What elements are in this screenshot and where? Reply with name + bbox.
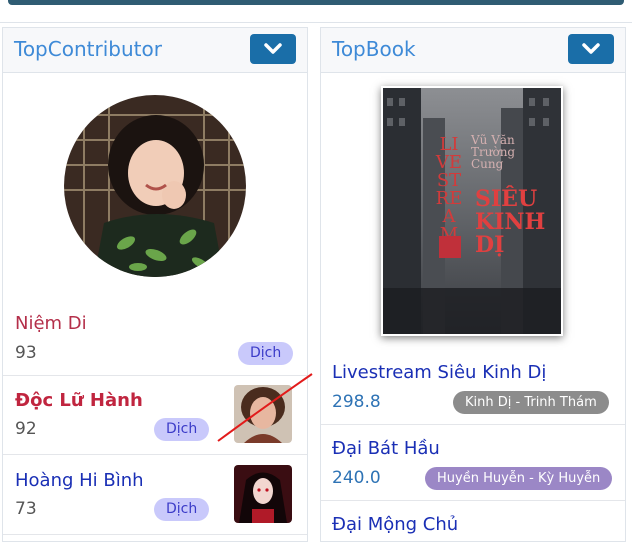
contributor-name[interactable]: Độc Lữ Hành xyxy=(15,390,143,411)
book-score: 240.0 xyxy=(332,468,381,488)
genre-tag[interactable]: Huyền Huyễn - Kỳ Huyễn xyxy=(425,467,613,490)
genre-tag[interactable]: Kinh Dị - Trinh Thám xyxy=(453,391,609,414)
contributor-avatar[interactable] xyxy=(234,465,292,523)
panel-header: TopContributor xyxy=(3,28,307,73)
book-title[interactable]: Đại Bát Hầu xyxy=(332,438,440,459)
book-title[interactable]: Đại Mộng Chủ xyxy=(332,514,458,535)
chevron-down-icon xyxy=(264,43,282,54)
role-badge: Dịch xyxy=(154,418,210,441)
top-contributor-avatar[interactable] xyxy=(64,95,246,277)
contributor-score: 92 xyxy=(15,419,37,439)
contributor-dropdown-button[interactable] xyxy=(250,34,296,64)
contributor-avatar[interactable] xyxy=(234,385,292,443)
contributor-name[interactable]: Niệm Di xyxy=(15,313,87,334)
top-bar xyxy=(8,0,624,5)
book-score: 298.8 xyxy=(332,392,381,412)
panel-header: TopBook xyxy=(321,28,625,73)
contributor-score: 73 xyxy=(15,499,37,519)
cover-main-title: SIÊU KINH DỊ xyxy=(475,186,546,258)
book-title[interactable]: Livestream Siêu Kinh Dị xyxy=(332,362,546,383)
cover-author: Vũ Văn Trường Cung xyxy=(471,133,516,171)
cover-emblem xyxy=(439,236,461,258)
book-cover[interactable]: LIVE STREAM Vũ Văn Trường Cung SIÊU KINH… xyxy=(381,86,563,336)
role-badge: Dịch xyxy=(238,342,294,365)
panel-title: TopContributor xyxy=(14,37,162,61)
contributor-score: 93 xyxy=(15,343,37,363)
row-divider xyxy=(3,454,307,455)
contributor-name[interactable]: Hoàng Hi Bình xyxy=(15,470,144,491)
chevron-down-icon xyxy=(582,43,600,54)
row-divider xyxy=(3,534,307,535)
top-strip xyxy=(0,0,632,23)
role-badge: Dịch xyxy=(154,498,210,521)
row-divider xyxy=(3,375,307,376)
panel-title: TopBook xyxy=(332,37,416,61)
book-dropdown-button[interactable] xyxy=(568,34,614,64)
top-contributor-panel: TopContributor Niệm Di 93 Dịch Độc Lữ Hà… xyxy=(2,27,308,542)
cover-vertical-title: LIVE STREAM xyxy=(435,134,463,245)
top-book-panel: TopBook LIVE STREAM Vũ Văn Trường Cung S… xyxy=(320,27,626,542)
row-divider xyxy=(321,424,625,425)
row-divider xyxy=(321,500,625,501)
